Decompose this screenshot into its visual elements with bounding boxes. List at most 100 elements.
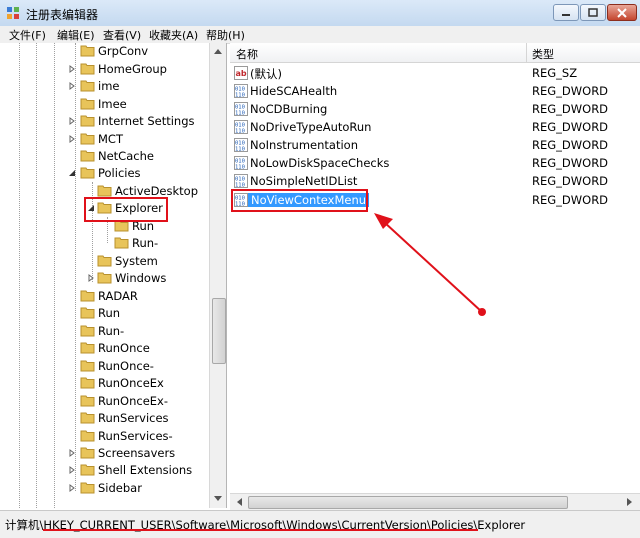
collapse-arrow-icon[interactable] [67,168,77,178]
expand-arrow-icon[interactable] [67,483,77,493]
tree-item-shell-extensions[interactable]: Shell Extensions [0,462,209,479]
value-row[interactable]: 010 110 NoLowDiskSpaceChecks REG_DWORD [230,154,640,172]
value-row[interactable]: 010 110 HideSCAHealth REG_DWORD [230,82,640,100]
tree-item-screensavers[interactable]: Screensavers [0,445,209,462]
value-type: REG_DWORD [532,84,609,98]
expand-arrow-icon[interactable] [67,64,77,74]
folder-icon [97,271,112,284]
scroll-left-button[interactable] [231,494,247,510]
tree-item-explorer-run[interactable]: Run [0,218,209,235]
folder-icon [80,411,95,424]
value-name: NoLowDiskSpaceChecks [250,156,390,170]
list-horizontal-scrollbar[interactable] [230,493,640,510]
tree-item-windows[interactable]: Windows [0,270,209,287]
binary-value-icon: 010110 [234,84,248,98]
menu-edit[interactable]: 编辑(E) [57,27,95,43]
value-row[interactable]: 010 110 NoInstrumentation REG_DWORD [230,136,640,154]
menu-favorites[interactable]: 收藏夹(A) [149,27,198,43]
value-row[interactable]: ab (默认) REG_SZ [230,64,640,82]
tree-item-mct[interactable]: MCT [0,131,209,148]
tree-item-label: HomeGroup [98,62,167,76]
value-type: REG_DWORD [532,102,609,116]
tree-item-runonce-dash[interactable]: RunOnce- [0,358,209,375]
status-bar: 计算机\HKEY_CURRENT_USER\Software\Microsoft… [0,510,640,538]
scroll-right-button[interactable] [622,494,638,510]
scroll-up-button[interactable] [210,43,226,59]
folder-open-icon [80,166,95,179]
binary-value-icon: 010110 [234,120,248,134]
value-name: HideSCAHealth [250,84,338,98]
tree-item-explorer[interactable]: Explorer [0,200,209,217]
window-title: 注册表编辑器 [26,8,99,22]
expand-arrow-icon[interactable] [67,134,77,144]
tree-item-internet-settings[interactable]: Internet Settings [0,113,209,130]
tree-item-label: System [115,254,158,268]
menu-view[interactable]: 查看(V) [103,27,141,43]
expand-arrow-icon[interactable] [67,116,77,126]
column-header-name[interactable]: 名称 [236,46,258,62]
tree-item-label: Screensavers [98,446,176,460]
list-scroll-thumb[interactable] [248,496,568,509]
value-type: REG_DWORD [532,156,609,170]
tree-item-label: Explorer [115,201,163,215]
scroll-down-button[interactable] [210,491,226,507]
maximize-button[interactable] [580,4,606,21]
minimize-button[interactable] [553,4,579,21]
tree-item-system[interactable]: System [0,253,209,270]
tree-item-homegroup[interactable]: HomeGroup [0,61,209,78]
value-row[interactable]: 010 110 NoSimpleNetIDList REG_DWORD [230,172,640,190]
folder-icon [80,394,95,407]
tree-item-activedesktop[interactable]: ActiveDesktop [0,183,209,200]
svg-text:110: 110 [235,147,245,153]
value-row[interactable]: 010 110 NoDriveTypeAutoRun REG_DWORD [230,118,640,136]
tree-item-runonceex[interactable]: RunOnceEx [0,375,209,392]
tree-scrollbar[interactable] [209,43,226,508]
close-button[interactable] [607,4,637,21]
tree-item-label: Run- [132,236,159,250]
tree-item-netcache[interactable]: NetCache [0,148,209,165]
folder-icon [80,446,95,459]
tree-item-radar[interactable]: RADAR [0,288,209,305]
value-name: NoViewContexMenu [248,193,370,207]
expand-arrow-icon[interactable] [67,448,77,458]
tree-item-sidebar[interactable]: Sidebar [0,480,209,497]
folder-icon [80,289,95,302]
arrow-up-icon [214,49,222,54]
tree-item-imee[interactable]: Imee [0,96,209,113]
column-divider[interactable] [526,43,527,62]
tree-item-policies[interactable]: Policies [0,165,209,182]
folder-icon [80,429,95,442]
expand-arrow-icon[interactable] [67,465,77,475]
value-type: REG_DWORD [532,138,609,152]
value-type: REG_SZ [532,66,578,80]
tree-item-runservices-dash[interactable]: RunServices- [0,428,209,445]
arrow-left-icon [237,498,242,506]
value-row-selected[interactable]: 010 110 NoViewContexMenu REG_DWORD [230,191,640,209]
tree-item-run-dash[interactable]: Run- [0,323,209,340]
menu-help[interactable]: 帮助(H) [206,27,245,43]
collapse-arrow-icon[interactable] [86,203,96,213]
expand-arrow-icon[interactable] [67,81,77,91]
folder-icon [114,236,129,249]
tree-item-explorer-run-dash[interactable]: Run- [0,235,209,252]
tree-item-grpconv[interactable]: GrpConv [0,43,209,60]
tree-item-label: Policies [98,166,141,180]
tree-item-runservices[interactable]: RunServices [0,410,209,427]
svg-text:110: 110 [235,202,245,208]
column-header-type[interactable]: 类型 [532,46,554,62]
value-list[interactable]: 名称 类型 ab (默认) REG_SZ 010 110 HideSCAHealt… [230,43,640,493]
folder-icon [80,341,95,354]
tree-item-ime[interactable]: ime [0,78,209,95]
folder-icon [80,306,95,319]
tree-item-runonceex-dash[interactable]: RunOnceEx- [0,393,209,410]
folder-icon [97,184,112,197]
key-tree[interactable]: GrpConv HomeGroup ime Imee Internet Sett… [0,43,227,508]
menu-file[interactable]: 文件(F) [9,27,46,43]
tree-item-runonce[interactable]: RunOnce [0,340,209,357]
value-row[interactable]: 010 110 NoCDBurning REG_DWORD [230,100,640,118]
tree-scroll-thumb[interactable] [212,298,226,364]
tree-item-run[interactable]: Run [0,305,209,322]
expand-arrow-icon[interactable] [86,273,96,283]
string-value-icon: ab [234,66,248,80]
svg-text:110: 110 [235,183,245,189]
